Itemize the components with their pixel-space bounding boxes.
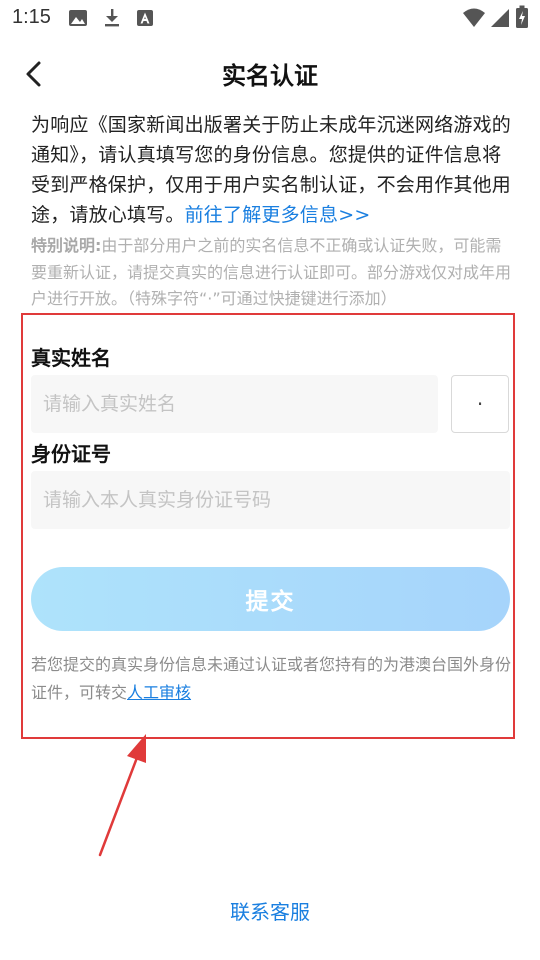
insert-dot-button[interactable]: · [451,375,509,433]
wifi-icon [463,8,485,27]
download-icon [105,9,119,27]
id-number-input[interactable] [31,471,510,529]
header: 实名认证 [0,46,540,102]
learn-more-link[interactable]: 前往了解更多信息>> [185,204,371,226]
status-bar: 1:15 [0,0,540,36]
submit-button[interactable]: 提交 [31,567,510,631]
page-title: 实名认证 [222,62,318,90]
manual-review-link[interactable]: 人工审核 [127,683,191,702]
intro-text: 为响应《国家新闻出版署关于防止未成年沉迷网络游戏的通知》，请认真填写您的身份信息… [31,110,515,230]
contact-support-link[interactable]: 联系客服 [0,896,540,925]
real-name-input[interactable] [31,375,438,433]
status-time: 1:15 [12,6,51,28]
battery-icon [516,5,528,28]
image-icon [69,10,87,26]
real-name-label: 真实姓名 [31,346,111,370]
manual-review-note: 若您提交的真实身份信息未通过认证或者您持有的为港澳台国外身份证件，可转交人工审核 [31,651,515,707]
signal-icon [491,9,509,27]
special-note: 特别说明:由于部分用户之前的实名信息不正确或认证失败，可能需要重新认证，请提交真… [31,233,515,313]
id-number-label: 身份证号 [31,442,111,466]
text-a-icon [137,10,153,26]
manual-review-text: 若您提交的真实身份信息未通过认证或者您持有的为港澳台国外身份证件，可转交 [31,655,512,702]
special-note-label: 特别说明: [31,236,102,255]
special-note-text: 由于部分用户之前的实名信息不正确或认证失败，可能需要重新认证，请提交真实的信息进… [31,236,512,308]
